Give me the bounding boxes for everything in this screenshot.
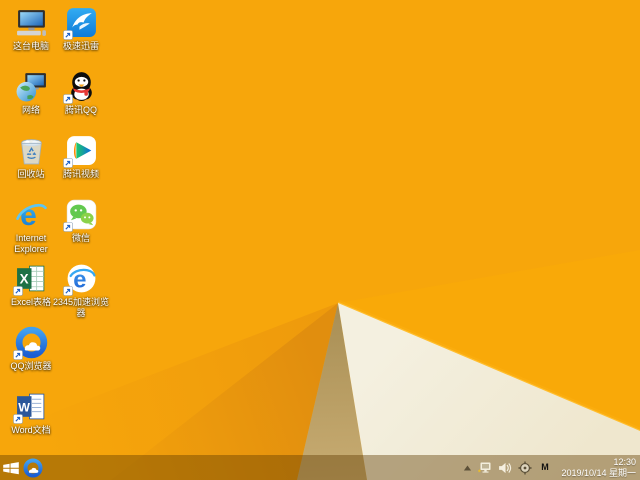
ie-icon: e (15, 198, 48, 231)
svg-text:e: e (20, 199, 37, 231)
tray-crosshair-button[interactable] (518, 460, 532, 475)
shortcut-arrow-icon (62, 158, 73, 168)
shortcut-arrow-icon (62, 30, 73, 40)
desktop-icon-word[interactable]: W Word文档 (2, 390, 60, 436)
network-warning-icon: * (478, 462, 491, 475)
desktop-icon-label: 微信 (71, 233, 90, 243)
shortcut-arrow-icon (12, 350, 23, 360)
clock-time: 12:30 (613, 457, 636, 467)
shortcut-arrow-icon (12, 414, 23, 424)
wechat-icon (62, 198, 98, 232)
desktop-icon-label: 腾讯QQ (64, 105, 97, 115)
recycle-bin-icon (15, 134, 48, 167)
qq-penguin-icon (62, 70, 98, 104)
desktop-icon-label: QQ浏览器 (10, 361, 52, 371)
tencent-video-icon (62, 134, 98, 168)
desktop-screen: 这台电脑 极速迅雷 网络 腾讯QQ 回收站 腾讯视频 e Internet Ex… (0, 0, 640, 480)
tray-show-hidden-button[interactable] (463, 464, 472, 472)
desktop-icon-jisu-xunlei[interactable]: 极速迅雷 (52, 6, 110, 52)
taskbar: * M 12:30 2019/10/14 星期一 (0, 455, 640, 480)
svg-text:X: X (19, 272, 28, 287)
shortcut-arrow-icon (12, 286, 23, 296)
desktop-icon-label: 腾讯视频 (62, 169, 99, 179)
qq-browser-icon (22, 457, 43, 478)
desktop-icon-tencent-qq[interactable]: 腾讯QQ (52, 70, 110, 116)
qq-browser-icon (12, 326, 48, 360)
shortcut-arrow-icon (62, 286, 73, 296)
desktop-icon-2345-browser[interactable]: e 2345加速浏览器 (52, 262, 110, 319)
computer-icon (15, 6, 48, 39)
network-globe-icon (15, 70, 48, 103)
shortcut-arrow-icon (62, 94, 73, 104)
desktop-icon-label: 极速迅雷 (62, 41, 99, 51)
svg-text:W: W (18, 401, 30, 415)
windows-logo-icon (3, 461, 19, 474)
excel-icon: X (12, 262, 48, 296)
desktop-icon-wechat[interactable]: 微信 (52, 198, 110, 244)
volume-icon (499, 462, 512, 473)
desktop-icon-qq-browser[interactable]: QQ浏览器 (2, 326, 60, 372)
word-icon: W (12, 390, 48, 424)
shortcut-arrow-icon (62, 222, 73, 232)
clock-date: 2019/10/14 星期一 (561, 467, 636, 478)
system-tray: * M 12:30 2019/10/14 星期一 (463, 457, 640, 478)
xunlei-bird-icon (62, 6, 98, 40)
tray-input-method-indicator[interactable]: M (538, 461, 551, 474)
2345-browser-icon: e (62, 262, 98, 296)
start-button[interactable] (0, 460, 22, 476)
crosshair-icon (518, 460, 532, 475)
desktop-icon-label: 2345加速浏览器 (52, 297, 110, 318)
tray-clock[interactable]: 12:30 2019/10/14 星期一 (561, 457, 636, 478)
tray-network-button[interactable]: * (478, 461, 492, 475)
desktop-icon-label: Word文档 (11, 425, 51, 435)
taskbar-qq-browser-button[interactable] (22, 457, 43, 478)
svg-text:*: * (478, 469, 481, 475)
chevron-up-icon (464, 465, 472, 470)
tray-volume-button[interactable] (498, 461, 512, 475)
desktop-icon-tencent-video[interactable]: 腾讯视频 (52, 134, 110, 180)
